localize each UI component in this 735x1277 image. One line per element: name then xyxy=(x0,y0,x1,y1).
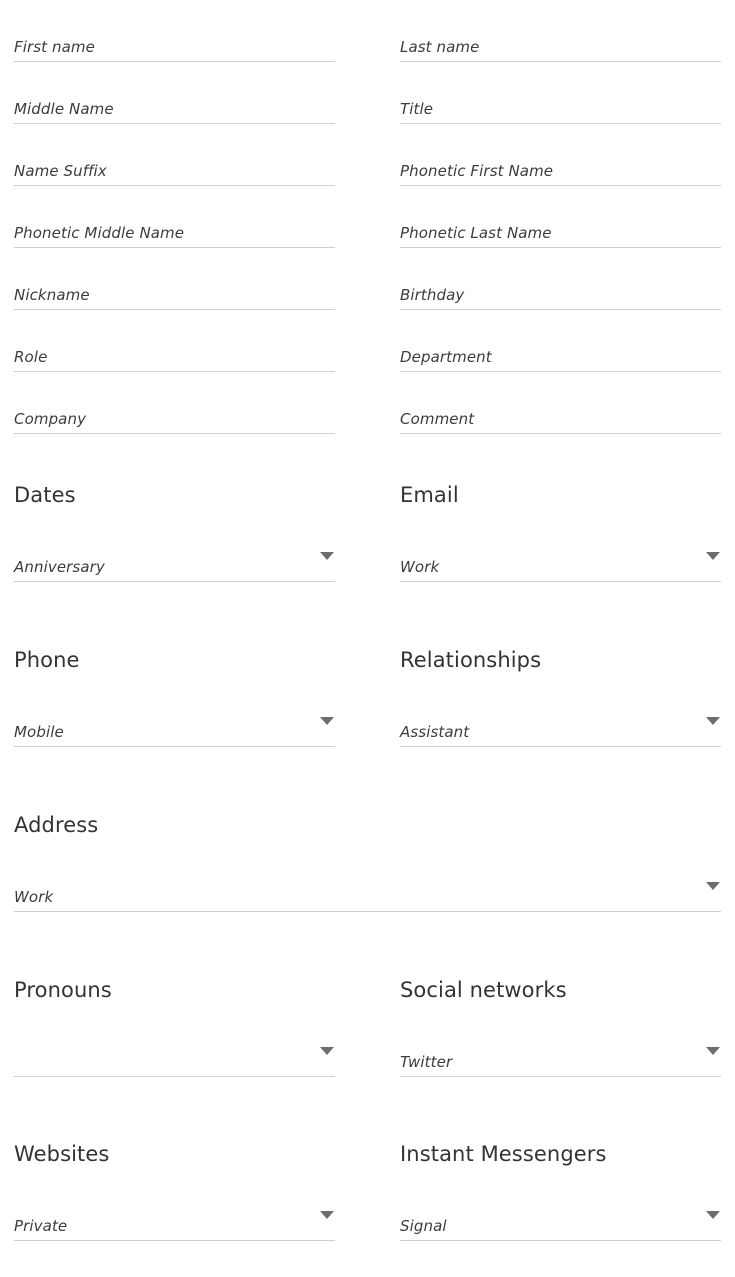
section-title-social-networks: Social networks xyxy=(400,978,567,1002)
first-name-placeholder: First name xyxy=(14,38,95,56)
company-field[interactable]: Company xyxy=(14,400,335,434)
phonetic-last-name-placeholder: Phonetic Last Name xyxy=(400,224,552,242)
section-websites: Websites Private xyxy=(14,1142,335,1241)
chevron-down-icon xyxy=(706,552,720,560)
section-title-email: Email xyxy=(400,483,459,507)
nickname-placeholder: Nickname xyxy=(14,286,90,304)
text-field-row: First name Last name xyxy=(0,28,735,90)
title-placeholder: Title xyxy=(400,100,434,118)
text-field-row: Company Comment xyxy=(0,400,735,462)
name-fields-grid: First name Last name Middle Name Title N… xyxy=(0,28,735,462)
section-phone: Phone Mobile xyxy=(14,648,335,747)
birthday-placeholder: Birthday xyxy=(400,286,465,304)
section-relationships: Relationships Assistant xyxy=(400,648,721,747)
chevron-down-icon xyxy=(706,1047,720,1055)
chevron-down-icon xyxy=(320,552,334,560)
text-field-row: Middle Name Title xyxy=(0,90,735,152)
section-pronouns: Pronouns xyxy=(14,978,335,1077)
middle-name-placeholder: Middle Name xyxy=(14,100,114,118)
chevron-down-icon xyxy=(320,1047,334,1055)
comment-placeholder: Comment xyxy=(400,410,475,428)
relationship-type-select[interactable]: Assistant xyxy=(400,712,721,747)
chevron-down-icon xyxy=(706,717,720,725)
phonetic-middle-name-placeholder: Phonetic Middle Name xyxy=(14,224,185,242)
company-placeholder: Company xyxy=(14,410,87,428)
website-type-value: Private xyxy=(14,1217,68,1235)
section-social-networks: Social networks Twitter xyxy=(400,978,721,1077)
address-type-select[interactable]: Work xyxy=(14,877,721,912)
instant-messenger-type-select[interactable]: Signal xyxy=(400,1206,721,1241)
title-field[interactable]: Title xyxy=(400,90,721,124)
role-placeholder: Role xyxy=(14,348,48,366)
section-address: Address Work xyxy=(14,813,721,912)
section-title-relationships: Relationships xyxy=(400,648,542,672)
name-suffix-placeholder: Name Suffix xyxy=(14,162,107,180)
phonetic-middle-name-field[interactable]: Phonetic Middle Name xyxy=(14,214,335,248)
department-field[interactable]: Department xyxy=(400,338,721,372)
chevron-down-icon xyxy=(706,882,720,890)
relationship-type-value: Assistant xyxy=(400,723,470,741)
phonetic-first-name-field[interactable]: Phonetic First Name xyxy=(400,152,721,186)
phone-type-value: Mobile xyxy=(14,723,64,741)
address-type-value: Work xyxy=(14,888,54,906)
chevron-down-icon xyxy=(706,1211,720,1219)
section-title-pronouns: Pronouns xyxy=(14,978,112,1002)
section-dates: Dates Anniversary xyxy=(14,483,335,582)
comment-field[interactable]: Comment xyxy=(400,400,721,434)
dates-type-select[interactable]: Anniversary xyxy=(14,547,335,582)
contact-edit-form: First name Last name Middle Name Title N… xyxy=(0,0,735,1277)
email-type-select[interactable]: Work xyxy=(400,547,721,582)
phonetic-first-name-placeholder: Phonetic First Name xyxy=(400,162,554,180)
phone-type-select[interactable]: Mobile xyxy=(14,712,335,747)
department-placeholder: Department xyxy=(400,348,492,366)
chevron-down-icon xyxy=(320,717,334,725)
section-title-dates: Dates xyxy=(14,483,76,507)
text-field-row: Role Department xyxy=(0,338,735,400)
section-title-address: Address xyxy=(14,813,99,837)
nickname-field[interactable]: Nickname xyxy=(14,276,335,310)
chevron-down-icon xyxy=(320,1211,334,1219)
text-field-row: Nickname Birthday xyxy=(0,276,735,338)
email-type-value: Work xyxy=(400,558,440,576)
last-name-field[interactable]: Last name xyxy=(400,28,721,62)
name-suffix-field[interactable]: Name Suffix xyxy=(14,152,335,186)
social-network-type-select[interactable]: Twitter xyxy=(400,1042,721,1077)
social-network-type-value: Twitter xyxy=(400,1053,453,1071)
phonetic-last-name-field[interactable]: Phonetic Last Name xyxy=(400,214,721,248)
instant-messenger-type-value: Signal xyxy=(400,1217,447,1235)
section-title-instant-messengers: Instant Messengers xyxy=(400,1142,607,1166)
first-name-field[interactable]: First name xyxy=(14,28,335,62)
last-name-placeholder: Last name xyxy=(400,38,480,56)
birthday-field[interactable]: Birthday xyxy=(400,276,721,310)
text-field-row: Phonetic Middle Name Phonetic Last Name xyxy=(0,214,735,276)
section-title-phone: Phone xyxy=(14,648,80,672)
text-field-row: Name Suffix Phonetic First Name xyxy=(0,152,735,214)
website-type-select[interactable]: Private xyxy=(14,1206,335,1241)
role-field[interactable]: Role xyxy=(14,338,335,372)
section-title-websites: Websites xyxy=(14,1142,110,1166)
section-email: Email Work xyxy=(400,483,721,582)
pronouns-type-select[interactable] xyxy=(14,1042,335,1077)
dates-type-value: Anniversary xyxy=(14,558,105,576)
middle-name-field[interactable]: Middle Name xyxy=(14,90,335,124)
section-instant-messengers: Instant Messengers Signal xyxy=(400,1142,721,1241)
